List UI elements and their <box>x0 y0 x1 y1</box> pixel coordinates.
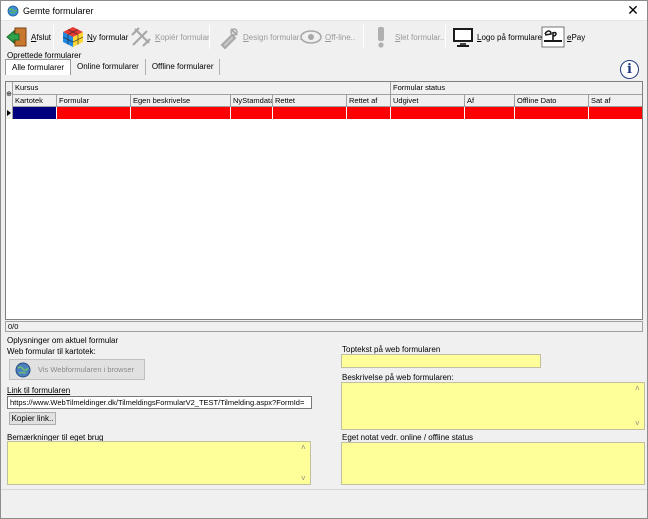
window: Gemte formularer ✕ Afslut Ny formular Ko… <box>0 0 648 519</box>
table-cell-rettet[interactable] <box>273 107 347 119</box>
monitor-icon <box>453 28 473 47</box>
toolbar: Afslut Ny formular Kopiér formular Desig… <box>3 23 645 51</box>
eye-icon <box>300 30 322 44</box>
exit-door-icon <box>6 27 27 47</box>
table-cell-sat-af[interactable] <box>589 107 642 119</box>
table-cell-nystamdata[interactable] <box>231 107 273 119</box>
design-formular-button[interactable]: Design formular.. <box>217 23 303 51</box>
toolbar-separator <box>445 25 446 49</box>
bemaerkninger-scrollbar[interactable] <box>300 443 309 483</box>
grid-column-header: Kartotek Formular Egen beskrivelse NySta… <box>6 95 642 107</box>
column-header-egen-beskrivelse[interactable]: Egen beskrivelse <box>131 95 231 106</box>
column-header-sat-af[interactable]: Sat af <box>589 95 642 106</box>
logo-paa-formularer-button[interactable]: Logo på formularer <box>451 23 545 51</box>
info-icon[interactable]: i <box>620 60 639 79</box>
toptekst-label: Toptekst på web formularen <box>342 345 441 354</box>
title-bar: Gemte formularer ✕ <box>1 1 647 21</box>
globe-browser-icon <box>15 362 31 377</box>
toptekst-field[interactable] <box>341 354 541 368</box>
column-header-offline-dato[interactable]: Offline Dato <box>515 95 589 106</box>
tab-alle-formularer[interactable]: Alle formularer <box>5 59 72 75</box>
exclamation-icon <box>378 27 384 48</box>
tab-offline-formularer[interactable]: Offline formularer <box>146 59 221 75</box>
beskrivelse-label: Beskrivelse på web formularen: <box>342 373 454 382</box>
table-cell-af[interactable] <box>465 107 515 119</box>
column-header-rettet[interactable]: Rettet <box>273 95 347 106</box>
table-cell-kartotek[interactable] <box>13 107 57 119</box>
table-cell-udgivet[interactable] <box>391 107 465 119</box>
epay-button[interactable]: ePay <box>541 23 585 51</box>
column-header-nystamdata[interactable]: NyStamdata <box>231 95 273 106</box>
window-title: Gemte formularer <box>23 6 94 16</box>
notat-field[interactable] <box>341 442 645 485</box>
column-header-formular[interactable]: Formular <box>57 95 131 106</box>
rubiks-cube-icon <box>62 27 84 47</box>
tab-online-formularer[interactable]: Online formularer <box>71 59 146 75</box>
table-cell-egen-beskrivelse[interactable] <box>131 107 231 119</box>
offline-button[interactable]: Off-line.. <box>299 23 355 51</box>
record-count-bar: 0/0 <box>5 321 643 332</box>
link-til-formularen-label: Link til formularen <box>7 386 71 395</box>
column-header-af[interactable]: Af <box>465 95 515 106</box>
toolbar-separator <box>363 25 364 49</box>
bottom-strip <box>1 489 647 518</box>
grid-corner-icon[interactable]: ⊕ <box>6 82 13 107</box>
beskrivelse-scrollbar[interactable] <box>634 384 643 428</box>
oplysninger-label: Oplysninger om aktuel formular <box>7 336 119 345</box>
table-cell-rettet-af[interactable] <box>347 107 391 119</box>
epay-logo-icon <box>541 26 565 48</box>
record-count: 0/0 <box>8 322 19 331</box>
kopier-link-button[interactable]: Kopier link.. <box>9 412 56 425</box>
copy-tools-icon <box>131 27 151 47</box>
notat-label: Eget notat vedr. online / offline status <box>342 433 474 442</box>
beskrivelse-field[interactable] <box>341 382 645 430</box>
vis-webformular-button[interactable]: Vis Webformularen i browser <box>9 359 145 380</box>
bemaerkninger-field[interactable] <box>7 441 311 485</box>
table-cell-offline-dato[interactable] <box>515 107 589 119</box>
toolbar-separator <box>53 25 54 49</box>
web-formular-label: Web formular til kartotek: <box>7 347 96 356</box>
app-globe-icon <box>7 5 19 17</box>
kopier-formular-button[interactable]: Kopiér formular <box>129 23 210 51</box>
vis-webformular-label: Vis Webformularen i browser <box>38 365 135 374</box>
formular-tabs: Alle formularer Online formularer Offlin… <box>5 59 221 75</box>
toolbar-separator <box>209 25 210 49</box>
table-row[interactable] <box>6 107 642 119</box>
slet-formular-button[interactable]: Slet formular.. <box>369 23 444 51</box>
close-button[interactable]: ✕ <box>619 1 647 21</box>
afslut-button[interactable]: Afslut <box>5 23 51 51</box>
table-cell-formular[interactable] <box>57 107 131 119</box>
formular-grid[interactable]: Kursus Formular status Kartotek Formular… <box>5 81 643 320</box>
design-tools-icon <box>220 28 238 49</box>
column-header-kartotek[interactable]: Kartotek <box>13 95 57 106</box>
column-header-rettet-af[interactable]: Rettet af <box>347 95 391 106</box>
group-header-formular-status: Formular status <box>393 83 446 92</box>
row-selector-arrow-icon[interactable] <box>6 107 13 119</box>
ny-formular-button[interactable]: Ny formular <box>61 23 128 51</box>
link-field[interactable]: https://www.WebTilmeldinger.dk/Tilmeldin… <box>7 396 312 409</box>
group-header-kursus: Kursus <box>13 82 391 94</box>
column-header-udgivet[interactable]: Udgivet <box>391 95 465 106</box>
grid-group-header: Kursus Formular status <box>6 82 642 95</box>
